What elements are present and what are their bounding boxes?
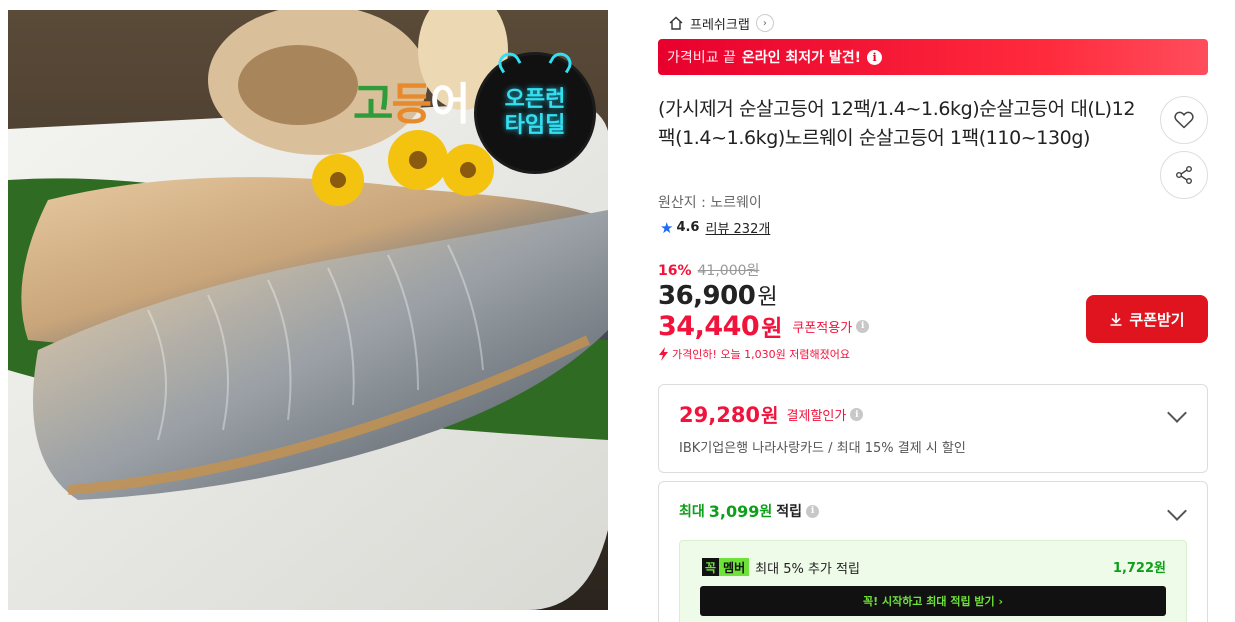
card-discount-unit: 원	[761, 405, 779, 427]
coupon-price-unit: 원	[761, 316, 783, 342]
discount-line: 16% 41,000원	[658, 260, 759, 280]
card-discount-desc: IBK기업은행 나라사랑카드 / 최대 15% 결제 시 할인	[679, 441, 966, 456]
max-points: 최대 3,099 원 적립 i	[679, 501, 820, 521]
membership-logo-mark: 꼭	[702, 558, 720, 576]
share-icon	[1176, 166, 1192, 184]
info-icon[interactable]: i	[856, 319, 870, 333]
points-amount: 3,099	[708, 501, 760, 521]
price-drop-text: 가격인하! 오늘 1,030원 저렴해졌어요	[672, 348, 850, 361]
badge-line: 타임딜	[504, 113, 566, 138]
download-icon	[1110, 313, 1122, 326]
origin-info: 원산지 : 노르웨이	[658, 195, 762, 211]
coupon-price-value: 34,440	[658, 310, 760, 342]
get-coupon-button[interactable]: 쿠폰받기	[1086, 295, 1208, 343]
points-label: 적립	[776, 504, 803, 520]
heart-icon	[1174, 111, 1194, 129]
points-panel[interactable]: 최대 3,099 원 적립 i 꼭 멤버 최대 5% 추가 적립 1,722원 …	[658, 481, 1208, 622]
chevron-down-icon[interactable]	[1167, 403, 1187, 423]
card-discount-price: 29,280 원 결제할인가 i	[679, 401, 864, 428]
promo-prefix: 가격비교 끝	[667, 50, 736, 66]
coupon-price-label: 쿠폰적용가	[792, 320, 853, 336]
info-icon[interactable]: i	[850, 408, 864, 421]
product-title: (가시제거 순살고등어 12팩/1.4~1.6kg)순살고등어 대(L)12팩(…	[658, 98, 1136, 149]
discount-rate: 16%	[658, 263, 692, 279]
membership-desc: 최대 5% 추가 적립	[755, 561, 860, 577]
get-coupon-label: 쿠폰받기	[1129, 310, 1185, 329]
sale-price-value: 36,900	[658, 281, 756, 311]
sale-price-unit: 원	[757, 285, 778, 310]
seller-name: 프레쉬크랩	[690, 17, 750, 33]
star-icon: ★	[660, 218, 674, 237]
lightning-icon	[659, 347, 668, 361]
product-brand-logo: 고등어	[353, 79, 470, 130]
seller-link[interactable]: 프레쉬크랩 ›	[668, 12, 774, 34]
original-price: 41,000원	[697, 263, 760, 279]
membership-row: 꼭 멤버 최대 5% 추가 적립	[702, 557, 860, 577]
badge-line: 오픈런	[504, 87, 566, 112]
membership-start-button[interactable]: 꼭! 시작하고 최대 적립 받기 ›	[700, 586, 1166, 616]
share-button[interactable]	[1160, 151, 1208, 199]
card-discount-panel[interactable]: 29,280 원 결제할인가 i IBK기업은행 나라사랑카드 / 최대 15%…	[658, 384, 1208, 473]
product-image[interactable]: 고등어 오픈런 타임딜	[8, 10, 608, 610]
card-discount-label: 결제할인가	[786, 409, 847, 424]
info-icon[interactable]: i	[806, 504, 820, 518]
info-icon[interactable]: i	[867, 49, 883, 65]
timedeal-badge: 오픈런 타임딜	[474, 48, 596, 174]
promo-highlight: 온라인 최저가 발견!	[741, 50, 862, 66]
chevron-down-icon[interactable]	[1167, 501, 1187, 521]
sale-price: 36,900원	[658, 279, 778, 311]
price-drop-notice: 가격인하! 오늘 1,030원 저렴해졌어요	[658, 346, 850, 362]
chevron-right-icon: ›	[755, 14, 774, 32]
lowest-price-banner[interactable]: 가격비교 끝 온라인 최저가 발견! i	[658, 39, 1208, 75]
card-discount-value: 29,280	[679, 402, 761, 427]
points-prefix: 최대	[679, 504, 705, 520]
rating-summary[interactable]: ★ 4.6 리뷰 232개	[660, 218, 770, 238]
like-button[interactable]	[1160, 96, 1208, 144]
membership-promo: 꼭 멤버 최대 5% 추가 적립 1,722원 꼭! 시작하고 최대 적립 받기…	[679, 540, 1187, 622]
review-link[interactable]: 리뷰 232개	[705, 218, 770, 237]
membership-points: 1,722원	[1112, 561, 1166, 576]
membership-logo-text: 멤버	[719, 558, 750, 576]
home-icon	[669, 16, 683, 30]
coupon-price: 34,440 원 쿠폰적용가 i	[658, 309, 870, 343]
rating-score: 4.6	[676, 220, 700, 235]
membership-logo: 꼭 멤버	[702, 557, 750, 577]
points-unit: 원	[759, 504, 773, 520]
